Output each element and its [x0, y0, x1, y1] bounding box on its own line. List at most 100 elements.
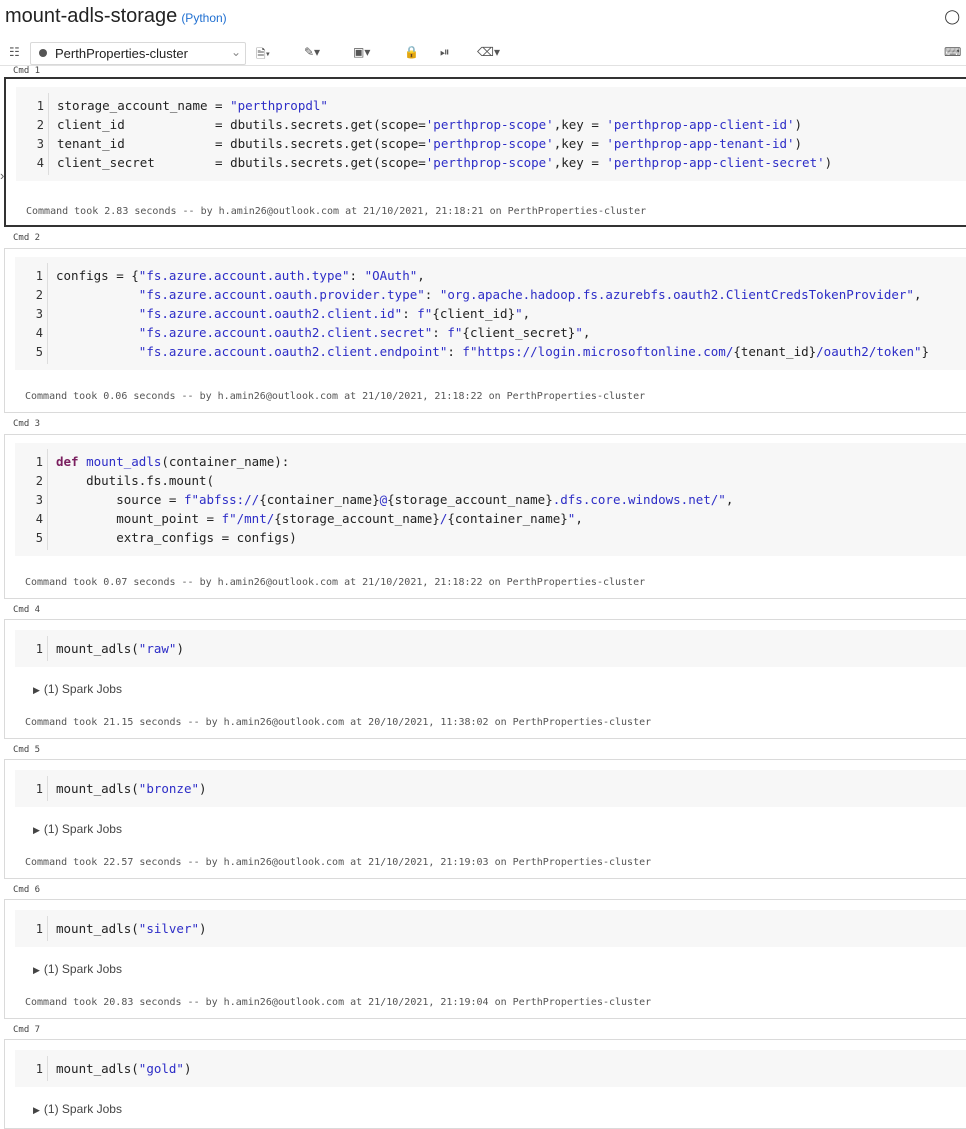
line-number: 1: [35, 922, 43, 936]
gutter-divider: [47, 1056, 48, 1081]
line-number: 1: [35, 269, 43, 283]
line-number: 3: [36, 137, 44, 151]
command-footer: Command took 21.15 seconds -- by h.amin2…: [25, 717, 652, 728]
notebook-toolbar: ☷ PerthProperties-cluster ⌄ 🗎▾ ✎▾ ▣▾ 🔒 ⏯…: [0, 41, 966, 66]
caret-right-icon: ▶: [33, 965, 40, 975]
code-line[interactable]: tenant_id = dbutils.secrets.get(scope='p…: [57, 136, 802, 151]
notebook-title-text: mount-adls-storage: [5, 5, 178, 27]
keyboard-icon[interactable]: ⌨: [944, 45, 961, 59]
spark-jobs-label: (1) Spark Jobs: [43, 682, 122, 696]
line-number: 5: [35, 531, 43, 545]
caret-right-icon: ▶: [33, 685, 40, 695]
command-footer: Command took 22.57 seconds -- by h.amin2…: [25, 857, 652, 868]
code-line[interactable]: configs = {"fs.azure.account.auth.type":…: [56, 268, 425, 283]
gutter-divider: [47, 776, 48, 801]
sitemap-icon[interactable]: ☷: [9, 45, 20, 59]
code-line[interactable]: dbutils.fs.mount(: [56, 473, 214, 488]
cluster-name: PerthProperties-cluster: [55, 46, 188, 61]
code-editor[interactable]: 1 mount_adls("bronze"): [15, 770, 966, 807]
spark-jobs-toggle[interactable]: ▶ (1) Spark Jobs: [33, 962, 122, 976]
code-line[interactable]: def mount_adls(container_name):: [56, 454, 289, 469]
cmd-label: Cmd 5: [13, 745, 41, 755]
line-number: 1: [35, 455, 43, 469]
line-number: 1: [35, 1062, 43, 1076]
spark-jobs-toggle[interactable]: ▶ (1) Spark Jobs: [33, 682, 122, 696]
line-number: 1: [36, 99, 44, 113]
code-line[interactable]: mount_point = f"/mnt/{storage_account_na…: [56, 511, 583, 526]
view-menu-icon[interactable]: ▣▾: [353, 45, 370, 59]
line-number: 3: [35, 307, 43, 321]
cmd-label: Cmd 1: [13, 66, 41, 76]
line-number: 4: [35, 326, 43, 340]
spark-jobs-toggle[interactable]: ▶ (1) Spark Jobs: [33, 822, 122, 836]
line-number: 4: [36, 156, 44, 170]
notebook-cell[interactable]: 1 mount_adls("silver") ▶ (1) Spark Jobs Comm…: [4, 899, 966, 1019]
gutter-divider: [48, 93, 49, 175]
chevron-down-icon: ⌄: [230, 45, 241, 59]
code-line[interactable]: mount_adls("raw"): [56, 641, 184, 656]
cluster-status-icon: [39, 49, 47, 57]
spark-jobs-label: (1) Spark Jobs: [43, 962, 122, 976]
spark-jobs-toggle[interactable]: ▶ (1) Spark Jobs: [33, 1102, 122, 1116]
line-number: 5: [35, 345, 43, 359]
line-number: 2: [36, 118, 44, 132]
notebook-cell[interactable]: 1 mount_adls("raw") ▶ (1) Spark Jobs Command…: [4, 619, 966, 739]
caret-right-icon: ▶: [33, 825, 40, 835]
notebook-cell[interactable]: 1 mount_adls("gold") ▶ (1) Spark Jobs: [4, 1039, 966, 1129]
spark-jobs-label: (1) Spark Jobs: [43, 1102, 122, 1116]
code-line[interactable]: extra_configs = configs): [56, 530, 297, 545]
line-number: 3: [35, 493, 43, 507]
code-line[interactable]: storage_account_name = "perthpropdl": [57, 98, 328, 113]
code-line[interactable]: mount_adls("gold"): [56, 1061, 191, 1076]
code-editor[interactable]: 1 mount_adls("silver"): [15, 910, 966, 947]
code-line[interactable]: source = f"abfss://{container_name}@{sto…: [56, 492, 733, 507]
gutter-divider: [47, 449, 48, 550]
command-footer: Command took 0.06 seconds -- by h.amin26…: [25, 391, 646, 402]
edit-menu-icon[interactable]: ✎▾: [304, 45, 320, 59]
notebook-cell[interactable]: 1 configs = {"fs.azure.account.auth.type"…: [4, 248, 966, 413]
line-number: 2: [35, 474, 43, 488]
notebook-title[interactable]: mount-adls-storage (Python): [5, 5, 227, 28]
notebook-language[interactable]: (Python): [181, 11, 226, 25]
code-line[interactable]: client_secret = dbutils.secrets.get(scop…: [57, 155, 832, 170]
code-line[interactable]: "fs.azure.account.oauth2.client.id": f"{…: [56, 306, 530, 321]
code-line[interactable]: mount_adls("bronze"): [56, 781, 207, 796]
code-editor[interactable]: 1 def mount_adls(container_name): 2 dbutil…: [15, 443, 966, 556]
notebook-cell[interactable]: 1 mount_adls("bronze") ▶ (1) Spark Jobs Comm…: [4, 759, 966, 879]
lock-icon[interactable]: 🔒: [404, 45, 419, 59]
caret-right-icon: ▶: [33, 1105, 40, 1115]
code-line[interactable]: "fs.azure.account.oauth2.client.endpoint…: [56, 344, 929, 359]
cmd-label: Cmd 4: [13, 605, 41, 615]
cmd-label: Cmd 7: [13, 1025, 41, 1035]
code-line[interactable]: client_id = dbutils.secrets.get(scope='p…: [57, 117, 802, 132]
notebook-cell[interactable]: 1 storage_account_name = "perthpropdl" 2 cl…: [4, 77, 966, 227]
file-menu-icon[interactable]: 🗎▾: [256, 45, 270, 66]
code-line[interactable]: mount_adls("silver"): [56, 921, 207, 936]
line-number: 2: [35, 288, 43, 302]
clock-icon[interactable]: ◯: [944, 8, 960, 25]
cmd-label: Cmd 2: [13, 233, 41, 243]
command-footer: Command took 20.83 seconds -- by h.amin2…: [25, 997, 652, 1008]
code-editor[interactable]: 1 storage_account_name = "perthpropdl" 2 cl…: [16, 87, 966, 181]
gutter-divider: [47, 636, 48, 661]
notebook-cell[interactable]: 1 def mount_adls(container_name): 2 dbutil…: [4, 434, 966, 599]
command-footer: Command took 2.83 seconds -- by h.amin26…: [26, 206, 647, 217]
run-all-icon[interactable]: ⏯: [440, 45, 450, 60]
cluster-selector[interactable]: PerthProperties-cluster ⌄: [30, 42, 246, 65]
code-editor[interactable]: 1 configs = {"fs.azure.account.auth.type"…: [15, 257, 966, 370]
code-editor[interactable]: 1 mount_adls("gold"): [15, 1050, 966, 1087]
spark-jobs-label: (1) Spark Jobs: [43, 822, 122, 836]
cmd-label: Cmd 3: [13, 419, 41, 429]
line-number: 1: [35, 642, 43, 656]
code-line[interactable]: "fs.azure.account.oauth.provider.type": …: [56, 287, 922, 302]
command-footer: Command took 0.07 seconds -- by h.amin26…: [25, 577, 646, 588]
clear-menu-icon[interactable]: ⌫▾: [477, 45, 500, 59]
code-editor[interactable]: 1 mount_adls("raw"): [15, 630, 966, 667]
gutter-divider: [47, 916, 48, 941]
code-line[interactable]: "fs.azure.account.oauth2.client.secret":…: [56, 325, 591, 340]
line-number: 4: [35, 512, 43, 526]
cmd-label: Cmd 6: [13, 885, 41, 895]
gutter-divider: [47, 263, 48, 364]
notebook-header: mount-adls-storage (Python) ◯: [0, 0, 966, 36]
line-number: 1: [35, 782, 43, 796]
